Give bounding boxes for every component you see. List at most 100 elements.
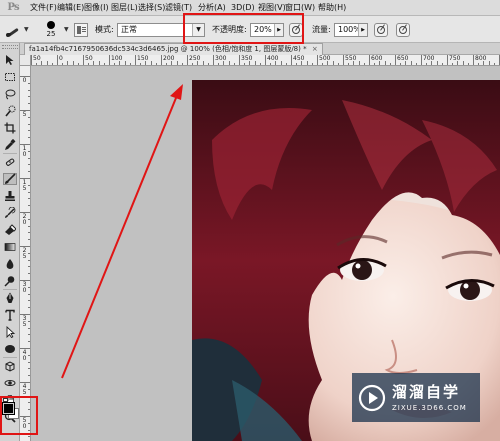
healing-brush-tool-icon[interactable]: [3, 156, 17, 168]
ruler-label: 550: [345, 55, 357, 62]
ruler-tick: [161, 55, 162, 65]
menu-file[interactable]: 文件(F): [26, 0, 57, 16]
crop-tool-icon[interactable]: [3, 122, 17, 134]
tablet-pressure-icon: [399, 25, 407, 34]
mode-label: 模式:: [95, 25, 114, 34]
ruler-tick: [369, 55, 370, 65]
lasso-tool-icon[interactable]: [3, 88, 17, 100]
panel-grip[interactable]: [2, 45, 18, 49]
menu-3d[interactable]: 3D(D): [227, 0, 255, 16]
menu-filter[interactable]: 滤镜(T): [161, 0, 194, 16]
ruler-horizontal[interactable]: 50 0 50 100 150 200 250 300 350 400 450 500 550 600 65…: [31, 55, 500, 66]
ruler-label: 50: [85, 55, 93, 62]
ruler-tick: [187, 55, 188, 65]
flow-field[interactable]: 100% ▶: [334, 22, 368, 37]
ruler-label: 5: [22, 111, 27, 118]
default-colors-icon[interactable]: [3, 398, 8, 402]
ruler-tick: [447, 55, 448, 65]
ruler-label: 600: [371, 55, 383, 62]
type-tool-icon[interactable]: [3, 309, 17, 321]
menu-window[interactable]: 窗口(W): [281, 0, 315, 16]
blur-tool-icon[interactable]: [3, 258, 17, 270]
ruler-tick: [109, 55, 110, 65]
brush-size-value: 25: [46, 30, 56, 38]
pen-tool-icon[interactable]: [3, 292, 17, 304]
document-tab[interactable]: fa1a14fb4c7167950636dc534c3d6465.jpg @ 1…: [24, 43, 323, 55]
gradient-tool-icon[interactable]: [3, 241, 17, 253]
ruler-label: 750: [449, 55, 461, 62]
ruler-label: 50: [33, 55, 41, 62]
ruler-tick: [239, 55, 240, 65]
dodge-tool-icon[interactable]: [3, 275, 17, 287]
ruler-tick: [291, 55, 292, 65]
move-tool-icon[interactable]: [3, 54, 17, 66]
3d-orbit-tool-icon[interactable]: [3, 377, 17, 389]
tablet-pressure-size-button[interactable]: [396, 22, 410, 37]
menu-select[interactable]: 选择(S): [134, 0, 165, 16]
menu-image[interactable]: 图像(I): [80, 0, 109, 16]
ruler-tick: [395, 55, 396, 65]
watermark-brand: 溜溜自学: [392, 382, 461, 401]
brush-panel-icon[interactable]: [74, 22, 88, 37]
path-selection-tool-icon[interactable]: [3, 326, 17, 338]
clone-stamp-tool-icon[interactable]: [3, 190, 17, 202]
brush-preset: 25: [40, 18, 62, 42]
ruler-label: 1 5: [22, 179, 27, 192]
chevron-right-icon: ▶: [274, 23, 283, 36]
ruler-label: 450: [293, 55, 305, 62]
menu-help[interactable]: 帮助(H): [314, 0, 347, 16]
ruler-tick: [31, 55, 32, 65]
brush-tip-icon: [47, 21, 55, 29]
ruler-label: 150: [137, 55, 149, 62]
ruler-label: 800: [475, 55, 487, 62]
document-title: fa1a14fb4c7167950636dc534c3d6465.jpg @ 1…: [29, 45, 307, 53]
ruler-tick: [135, 55, 136, 65]
mode-select[interactable]: 正常 ▼: [117, 22, 205, 37]
ruler-vertical[interactable]: 0 5 1 0 1 5 2 0 2 5 3 0 3 5 4 0 4 5 5 0: [20, 66, 31, 441]
ruler-tick: [83, 55, 84, 65]
chevron-down-icon: ▼: [24, 26, 29, 33]
eraser-tool-icon[interactable]: [3, 224, 17, 236]
brush-icon: [4, 21, 22, 39]
foreground-color-swatch[interactable]: [2, 402, 15, 415]
menu-edit[interactable]: 编辑(E): [53, 0, 84, 16]
photoshop-logo: Ps: [7, 2, 19, 13]
mode-value: 正常: [121, 25, 137, 34]
airbrush-button[interactable]: [374, 22, 388, 37]
opacity-field[interactable]: 20% ▶: [250, 22, 284, 37]
quick-selection-tool-icon[interactable]: [3, 105, 17, 117]
close-icon[interactable]: ×: [312, 45, 318, 53]
airbrush-icon: [377, 25, 385, 34]
history-brush-tool-icon[interactable]: [3, 207, 17, 219]
tablet-pressure-icon: [292, 25, 300, 34]
options-bar: ▼ 25 ▼ 模式: 正常 ▼ 不透明度: 20% ▶ 流量: 100% ▶: [0, 16, 500, 43]
menu-view[interactable]: 视图(V): [254, 0, 286, 16]
ruler-label: 4 5: [22, 383, 27, 396]
ellipse-tool-icon[interactable]: [3, 343, 17, 355]
opacity-label: 不透明度:: [212, 25, 247, 34]
marquee-tool-icon[interactable]: [3, 71, 17, 83]
ruler-origin[interactable]: [20, 55, 31, 66]
flow-label: 流量:: [312, 25, 331, 34]
ruler-tick: [57, 55, 58, 65]
eyedropper-tool-icon[interactable]: [3, 139, 17, 151]
3d-rotate-tool-icon[interactable]: [3, 360, 17, 372]
ruler-label: 300: [215, 55, 227, 62]
ruler-tick: [343, 55, 344, 65]
menu-analysis[interactable]: 分析(A): [194, 0, 227, 16]
menu-bar: Ps 文件(F) 编辑(E) 图像(I) 图层(L) 选择(S) 滤镜(T) 分…: [0, 0, 500, 16]
opacity-value: 20%: [254, 25, 272, 34]
tool-preset-picker[interactable]: ▼: [4, 16, 29, 43]
ruler-label: 4 0: [22, 349, 27, 362]
chevron-down-icon: ▼: [192, 23, 204, 36]
brush-preset-picker[interactable]: 25 ▼: [40, 16, 69, 43]
ruler-tick: [265, 55, 266, 65]
ruler-tick: [421, 55, 422, 65]
menu-layer[interactable]: 图层(L): [107, 0, 138, 16]
ruler-tick: [473, 55, 474, 65]
brush-tool-icon[interactable]: [3, 173, 17, 185]
tablet-pressure-opacity-button[interactable]: [289, 22, 303, 37]
ruler-label: 3 5: [22, 315, 27, 328]
ruler-label: 1 0: [22, 145, 27, 158]
watermark-badge: 溜溜自学 ZIXUE.3D66.COM: [352, 373, 480, 422]
